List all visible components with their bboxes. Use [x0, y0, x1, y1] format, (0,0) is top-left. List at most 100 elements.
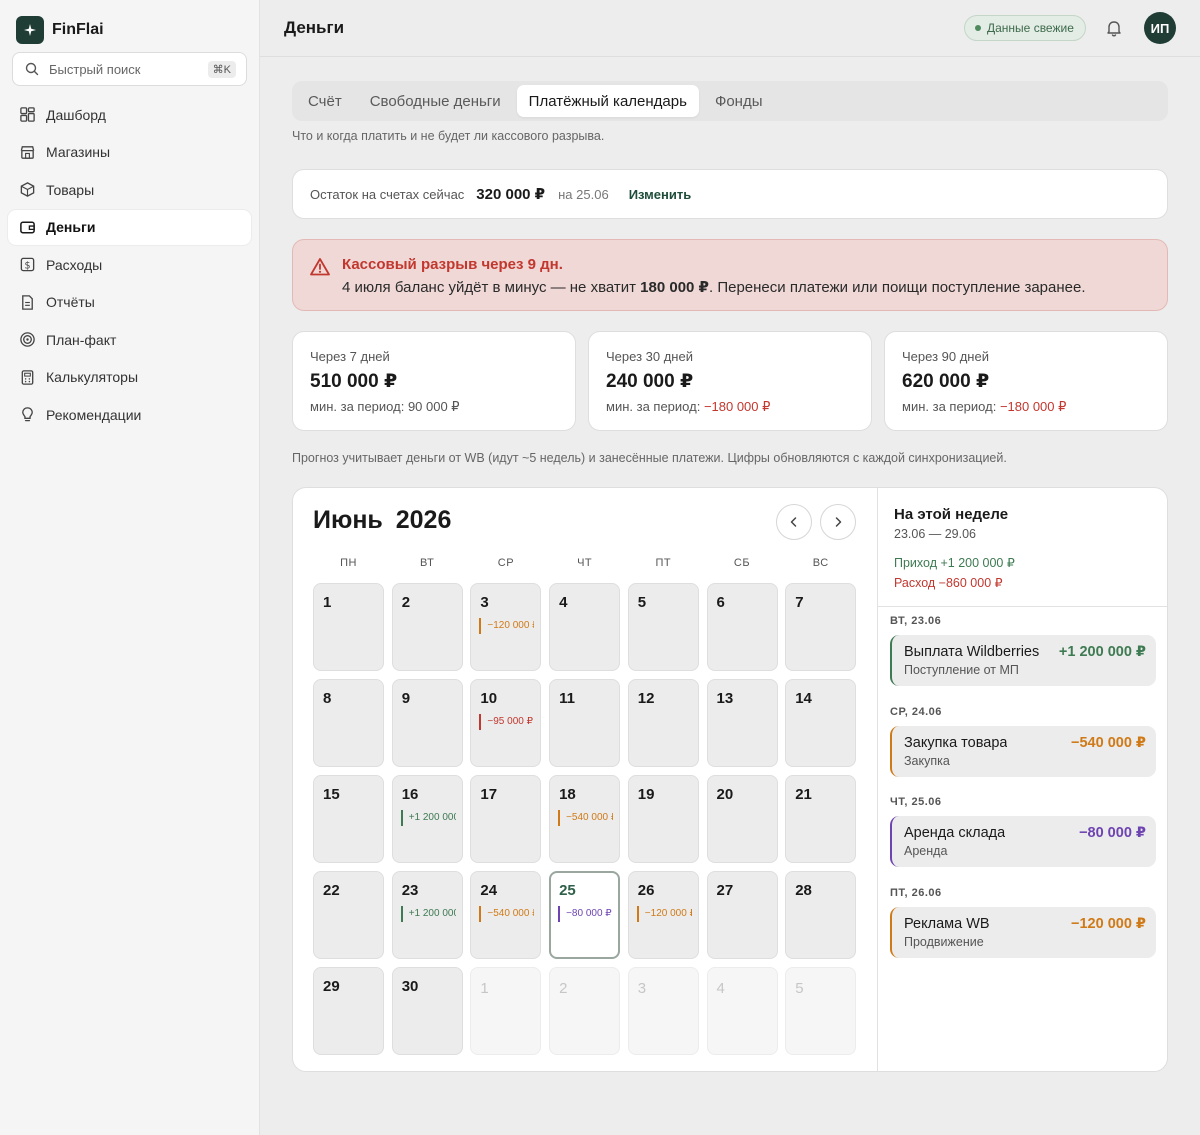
calendar-day[interactable]: 9 — [391, 679, 463, 767]
sidebar-item-plan-fact[interactable]: План-факт — [8, 322, 251, 357]
calendar-panel: Июнь 2026 ПН ВТ СР ЧТ ПТ СБ ВС 1 2 3 −120 000 ₽4 5… — [292, 487, 1168, 1072]
calendar-day[interactable]: 11 — [549, 679, 621, 767]
tab-account[interactable]: Счёт — [296, 85, 354, 117]
tab-payment-calendar[interactable]: Платёжный календарь — [516, 85, 699, 117]
day-event[interactable]: −120 000 ₽ — [479, 618, 534, 634]
weekday-label: ПТ — [655, 557, 672, 569]
day-event[interactable]: −80 000 ₽ — [558, 906, 613, 922]
calendar-day[interactable]: 18 −540 000 ₽ — [549, 775, 621, 863]
payment-item[interactable]: Аренда склада Аренда −80 000 ₽ — [890, 816, 1156, 867]
payment-category: Продвижение — [904, 935, 984, 949]
calendar-day[interactable]: 20 — [706, 775, 778, 863]
calendar-day[interactable]: 21 — [785, 775, 857, 863]
calendar-day[interactable]: 15 — [313, 775, 384, 863]
day-event[interactable]: −540 000 ₽ — [479, 906, 534, 922]
sidebar-item-recommendations[interactable]: Рекомендации — [8, 397, 251, 432]
tab-free-money[interactable]: Свободные деньги — [358, 85, 513, 117]
payment-name: Закупка товара — [904, 735, 1008, 751]
calendar-day[interactable]: 28 — [785, 871, 857, 959]
payment-amount: +1 200 000 ₽ — [1058, 644, 1146, 660]
calendar-day[interactable]: 7 — [785, 583, 857, 671]
calendar-day[interactable]: 3 −120 000 ₽ — [470, 583, 542, 671]
calendar-day[interactable]: 14 — [785, 679, 857, 767]
day-number: 6 — [716, 594, 725, 611]
forecast-min-value: −180 000 ₽ — [703, 399, 771, 414]
svg-text:$: $ — [24, 260, 30, 271]
search-input[interactable]: Быстрый поиск ⌘K — [12, 52, 247, 86]
calendar-month-title: Июнь 2026 — [313, 506, 451, 535]
day-event[interactable]: +1 200 000 ₽ — [400, 906, 456, 922]
payment-amount: −120 000 ₽ — [1071, 916, 1146, 932]
calendar-day[interactable]: 19 — [627, 775, 699, 863]
day-number: 20 — [716, 786, 734, 803]
week-day-label: ЧТ, 25.06 — [890, 796, 942, 808]
sparkle-icon — [16, 16, 44, 44]
sidebar-item-dashboard[interactable]: Дашборд — [8, 97, 251, 132]
sidebar-item-expenses[interactable]: $ Расходы — [8, 247, 251, 282]
day-event[interactable]: −540 000 ₽ — [558, 810, 613, 826]
calendar-day[interactable]: 2 — [391, 583, 463, 671]
calendar-day[interactable]: 12 — [627, 679, 699, 767]
next-month-button[interactable] — [820, 504, 856, 540]
day-number: 11 — [559, 690, 575, 707]
forecast-min-label: мин. за период: — [606, 399, 701, 414]
tab-funds[interactable]: Фонды — [703, 85, 775, 117]
calendar-day[interactable]: 4 — [549, 583, 621, 671]
avatar[interactable]: ИП — [1144, 12, 1176, 44]
calendar-day[interactable]: 5 — [627, 583, 699, 671]
alert-title: Кассовый разрыв через 9 дн. — [342, 256, 563, 273]
day-number: 17 — [480, 786, 498, 803]
payment-item[interactable]: Реклама WB Продвижение −120 000 ₽ — [890, 907, 1156, 958]
calendar-day[interactable]: 5 — [785, 967, 857, 1055]
search-placeholder: Быстрый поиск — [49, 61, 141, 77]
bell-icon[interactable] — [1104, 18, 1124, 38]
day-event[interactable]: +1 200 000 ₽ — [400, 810, 456, 826]
sidebar-item-stores[interactable]: Магазины — [8, 135, 251, 170]
calendar-day[interactable]: 3 — [627, 967, 699, 1055]
day-number: 7 — [795, 594, 804, 611]
calendar-day[interactable]: 17 — [470, 775, 542, 863]
sidebar-item-money[interactable]: Деньги — [8, 209, 251, 245]
sidebar-item-label: Дашборд — [46, 106, 106, 123]
calendar-day[interactable]: 26 −120 000 ₽ — [627, 871, 699, 959]
sidebar-item-calculators[interactable]: Калькуляторы — [8, 360, 251, 395]
calendar-day[interactable]: 22 — [313, 871, 384, 959]
calendar-day[interactable]: 29 — [313, 967, 384, 1055]
balance-date: на 25.06 — [558, 186, 609, 202]
calendar-day[interactable]: 27 — [706, 871, 778, 959]
sidebar-item-products[interactable]: Товары — [8, 172, 251, 207]
payment-item[interactable]: Выплата Wildberries Поступление от МП +1 2… — [890, 635, 1156, 686]
calendar-day[interactable]: 4 — [706, 967, 778, 1055]
calendar-day[interactable]: 24 −540 000 ₽ — [470, 871, 542, 959]
balance-change-button[interactable]: Изменить — [629, 187, 692, 202]
weekday-label: ВС — [812, 557, 829, 569]
payment-item[interactable]: Закупка товара Закупка −540 000 ₽ — [890, 726, 1156, 777]
day-event[interactable]: −120 000 ₽ — [636, 906, 692, 922]
payment-amount: −540 000 ₽ — [1071, 735, 1146, 751]
calendar-day[interactable]: 13 — [706, 679, 778, 767]
divider — [878, 606, 1167, 607]
brand[interactable]: FinFlai — [16, 16, 104, 44]
weekday-label: СР — [497, 557, 515, 569]
top-header: Деньги Данные свежие ИП — [260, 0, 1200, 57]
prev-month-button[interactable] — [776, 504, 812, 540]
calendar-day[interactable]: 2 — [549, 967, 621, 1055]
forecast-min-label: мин. за период: — [310, 399, 405, 414]
calendar-day[interactable]: 6 — [706, 583, 778, 671]
calendar-day[interactable]: 23 +1 200 000 ₽ — [391, 871, 463, 959]
calendar-day[interactable]: 30 — [391, 967, 463, 1055]
calendar-day[interactable]: 1 — [313, 583, 384, 671]
status-badge: Данные свежие — [964, 15, 1086, 41]
calendar-day[interactable]: 16 +1 200 000 ₽ — [391, 775, 463, 863]
day-number: 4 — [716, 980, 725, 997]
balance-value: 320 000 ₽ — [476, 186, 546, 203]
calendar-day[interactable]: 8 — [313, 679, 384, 767]
calendar-day[interactable]: 1 — [470, 967, 542, 1055]
day-number: 2 — [401, 594, 411, 611]
weekday-label: СБ — [733, 557, 751, 569]
payment-name: Аренда склада — [904, 825, 1006, 841]
sidebar-item-reports[interactable]: Отчёты — [8, 285, 251, 320]
day-event[interactable]: −95 000 ₽ — [479, 714, 534, 730]
calendar-day-today[interactable]: 25 −80 000 ₽ — [549, 871, 621, 959]
calendar-day[interactable]: 10 −95 000 ₽ — [470, 679, 542, 767]
